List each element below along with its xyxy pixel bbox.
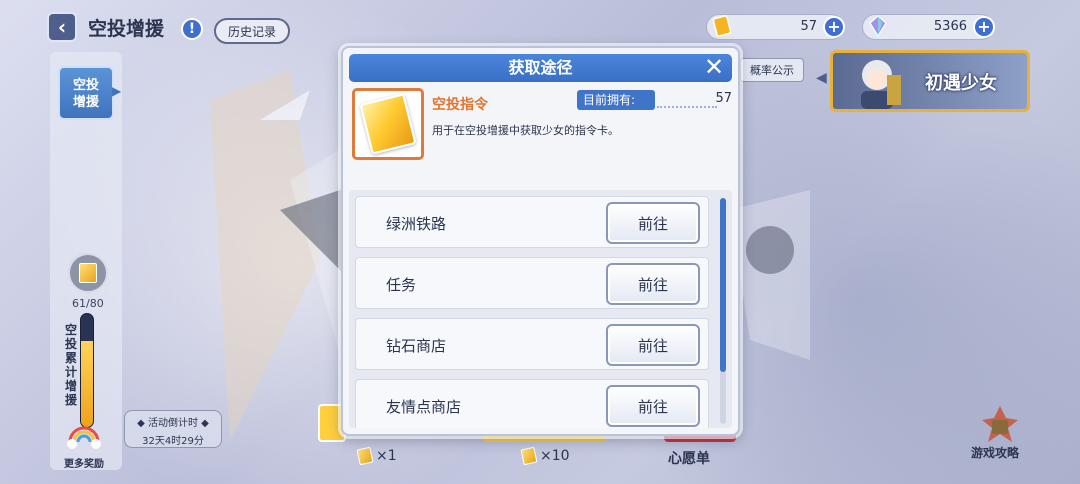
rate-disclosure-button[interactable]: 概率公示: [740, 58, 804, 82]
guide-book-icon[interactable]: [980, 404, 1020, 444]
command-card-icon: [712, 15, 732, 37]
owned-label: 目前拥有:: [577, 90, 655, 110]
list-item: 任务 前往: [355, 257, 709, 309]
currency-diamond: 5366 +: [862, 14, 995, 40]
info-icon[interactable]: !: [181, 18, 203, 40]
source-name: 任务: [386, 276, 417, 294]
owned-value: 57: [715, 91, 732, 106]
draw-one-cost: ×1: [356, 446, 397, 466]
pool-banner[interactable]: 初遇少女: [830, 50, 1030, 112]
go-button[interactable]: 前往: [606, 202, 700, 244]
reward-card-icon[interactable]: [68, 253, 108, 293]
draw-ten-cost: ×10: [520, 446, 570, 466]
source-list[interactable]: 绿洲铁路 前往 任务 前往 钻石商店 前往 友情点商店 前往: [349, 190, 732, 428]
character-portrait-icon: [861, 60, 901, 109]
progress-bar-fill: [81, 340, 93, 427]
more-reward-label: 更多奖励: [64, 459, 104, 470]
diamond-icon: [869, 15, 887, 38]
go-button[interactable]: 前往: [606, 385, 700, 427]
draw-ten-label: ×10: [540, 448, 570, 464]
tab-arrow-icon: ▶: [112, 84, 122, 98]
currency-command-card: 57 +: [706, 14, 845, 40]
back-button[interactable]: ‹: [47, 12, 77, 42]
tab-airdrop[interactable]: 空投增援: [58, 66, 114, 120]
item-name: 空投指令: [432, 97, 488, 113]
wishlist-label: 心愿单: [668, 451, 710, 467]
pool-banner-text: 初遇少女: [925, 73, 997, 94]
draw-one-label: ×1: [376, 448, 397, 464]
countdown-box: ◆ 活动倒计时 ◆ 32天4时29分: [124, 410, 222, 448]
history-button[interactable]: 历史记录: [214, 18, 290, 44]
guide-label: 游戏攻略: [971, 446, 1020, 460]
add-diamond-button[interactable]: +: [973, 16, 995, 38]
scrollbar[interactable]: [720, 198, 726, 424]
go-button[interactable]: 前往: [606, 263, 700, 305]
scrollbar-thumb[interactable]: [720, 198, 726, 372]
page-title: 空投增援: [88, 18, 165, 40]
command-card-icon: [520, 446, 538, 466]
countdown-label: ◆ 活动倒计时 ◆: [137, 418, 209, 429]
item-icon-frame: [352, 88, 424, 160]
dialog-title: 获取途径: [508, 58, 573, 77]
currency-value: 5366: [933, 19, 967, 34]
pool-arrow-icon: ◀: [816, 70, 827, 86]
add-command-card-button[interactable]: +: [823, 16, 845, 38]
progress-bar: [80, 313, 94, 428]
close-icon[interactable]: ✕: [702, 55, 726, 80]
currency-value: 57: [800, 19, 817, 34]
source-name: 友情点商店: [386, 398, 462, 416]
command-card-icon: [359, 93, 417, 155]
list-item: 友情点商店 前往: [355, 379, 709, 428]
countdown-value: 32天4时29分: [142, 436, 204, 447]
item-description: 用于在空投增援中获取少女的指令卡。: [432, 124, 619, 137]
progress-text: 61/80: [72, 297, 104, 310]
tab-airdrop-label: 空投增援: [72, 78, 99, 110]
rainbow-reward-icon[interactable]: [66, 420, 102, 452]
progress-bar-label: 空投累计增援: [64, 323, 77, 407]
list-item: 绿洲铁路 前往: [355, 196, 709, 248]
go-button[interactable]: 前往: [606, 324, 700, 366]
source-name: 绿洲铁路: [386, 215, 447, 233]
source-name: 钻石商店: [386, 337, 447, 355]
acquire-dialog: 获取途径 ✕ 空投指令 目前拥有: 57 用于在空投增援中获取少女的指令卡。 绿…: [341, 46, 740, 436]
list-item: 钻石商店 前往: [355, 318, 709, 370]
dialog-header: 获取途径 ✕: [349, 54, 732, 82]
owned-divider: [657, 106, 717, 108]
command-card-icon: [356, 446, 374, 466]
